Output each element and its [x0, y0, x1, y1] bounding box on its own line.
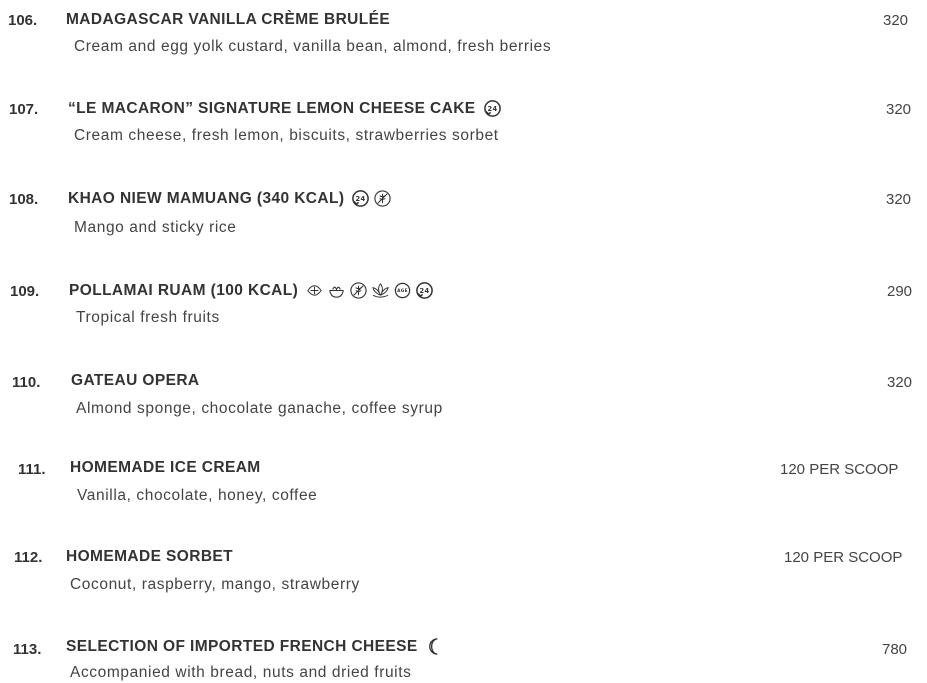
item-description: Vanilla, chocolate, honey, coffee [77, 487, 318, 504]
vegan-leaf-icon [305, 281, 324, 300]
age-icon: AGE [393, 281, 412, 300]
gluten-free-icon [349, 281, 368, 300]
item-price: 320 [887, 374, 913, 391]
item-name: POLLAMAI RUAM (100 KCAL) AGE 24 [69, 281, 434, 300]
vegetarian-bowl-icon [327, 281, 346, 300]
item-price: 320 [886, 101, 912, 118]
svg-text:24: 24 [487, 105, 497, 113]
item-description: Cream and egg yolk custard, vanilla bean… [74, 38, 552, 55]
item-price: 120 PER SCOOP [784, 549, 903, 566]
item-number: 111. [18, 461, 46, 478]
item-number: 112. [14, 549, 43, 566]
item-price: 780 [882, 641, 908, 658]
item-description: Almond sponge, chocolate ganache, coffee… [76, 400, 443, 417]
item-name: KHAO NIEW MAMUANG (340 KCAL) 24 [68, 189, 392, 208]
item-name: HOMEMADE SORBET [66, 548, 234, 565]
svg-text:24: 24 [356, 195, 366, 203]
item-description: Tropical fresh fruits [76, 309, 220, 326]
item-name: HOMEMADE ICE CREAM [70, 459, 261, 476]
item-name: MADAGASCAR VANILLA CRÈME BRULÉE [66, 11, 391, 28]
24-hour-phone-icon: 24 [483, 99, 502, 118]
item-price: 320 [886, 191, 912, 208]
item-name: GATEAU OPERA [71, 372, 200, 389]
crescent-moon-icon [425, 637, 444, 656]
item-name: “LE MACARON” SIGNATURE LEMON CHEESE CAKE… [68, 99, 502, 118]
item-description: Cream cheese, fresh lemon, biscuits, str… [74, 127, 499, 144]
svg-text:AGE: AGE [397, 288, 408, 294]
item-number: 109. [10, 283, 40, 300]
item-name: SELECTION OF IMPORTED FRENCH CHEESE [66, 637, 444, 656]
item-number: 108. [9, 191, 39, 208]
item-number: 110. [12, 374, 41, 391]
24-hour-phone-icon: 24 [351, 189, 370, 208]
item-price: 120 PER SCOOP [780, 461, 899, 478]
item-description: Mango and sticky rice [74, 219, 237, 236]
item-description: Coconut, raspberry, mango, strawberry [70, 576, 360, 593]
item-description: Accompanied with bread, nuts and dried f… [70, 664, 412, 681]
item-number: 107. [9, 101, 39, 118]
gluten-free-icon [373, 189, 392, 208]
item-number: 106. [8, 12, 38, 29]
lotus-wellness-icon [371, 281, 390, 300]
item-number: 113. [13, 641, 42, 658]
svg-text:24: 24 [420, 287, 430, 295]
item-price: 320 [883, 12, 909, 29]
item-price: 290 [887, 283, 913, 300]
24-hour-phone-icon: 24 [415, 281, 434, 300]
